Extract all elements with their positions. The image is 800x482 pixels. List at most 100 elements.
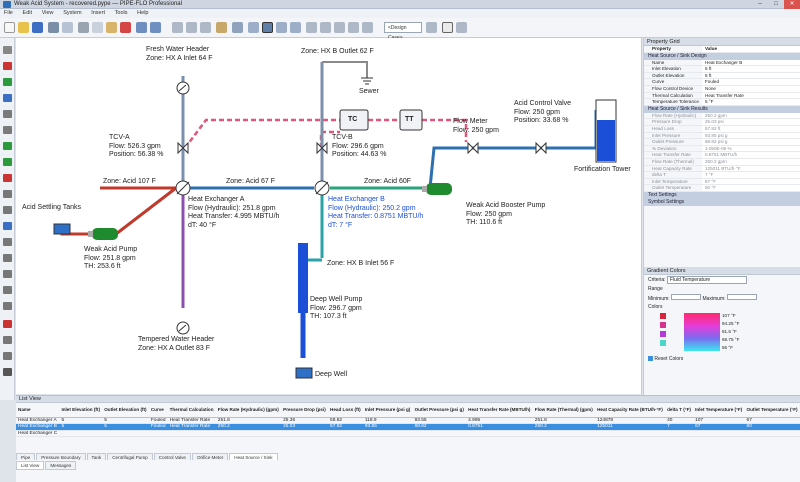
property-row[interactable]: Heat Capacity Rate 125011 BTU/h·°F (644, 165, 800, 173)
tool-8-icon[interactable] (362, 22, 373, 33)
print-preview-icon[interactable] (62, 22, 73, 33)
element-tab[interactable]: Heat Source / Sink (229, 453, 278, 460)
design-case-dropdown[interactable]: <Design Case> (384, 22, 422, 41)
column-header[interactable]: Name (16, 403, 60, 418)
property-value[interactable]: Heat Transfer Rate (702, 92, 800, 99)
curve-tool-icon[interactable] (3, 238, 12, 246)
gradient-swatch-1[interactable] (660, 313, 666, 319)
flow-meter-symbol[interactable] (467, 141, 479, 155)
booster-pump-symbol[interactable] (426, 183, 452, 195)
grid-icon[interactable] (248, 22, 259, 33)
open-folder-icon[interactable] (18, 22, 29, 33)
node-tool-icon[interactable] (3, 110, 12, 118)
property-value[interactable]: 3.050E-06 % (702, 145, 800, 152)
case-icon[interactable] (426, 22, 437, 33)
element-tab[interactable]: Centrifugal Pump (107, 453, 153, 460)
weak-acid-pump-symbol[interactable] (92, 228, 118, 240)
align-icon[interactable] (262, 22, 273, 33)
property-row[interactable]: Inlet Temperature 67 °F (644, 178, 800, 186)
bottom-tab[interactable]: Messages (45, 461, 77, 470)
criteria-dropdown[interactable]: Fluid Temperature (666, 276, 747, 284)
tool-7-icon[interactable] (348, 22, 359, 33)
property-value[interactable]: 125011 BTU/h·°F (702, 165, 800, 172)
meter-tool-icon[interactable] (3, 190, 12, 198)
property-value[interactable]: 7 °F (702, 172, 800, 178)
section-symbol-settings[interactable]: Symbol Settings (644, 198, 800, 206)
new-file-icon[interactable] (4, 22, 15, 33)
property-row[interactable]: Inlet Elevation 5 ft (644, 66, 800, 73)
section-results[interactable]: Heat Source / Sink Results (644, 105, 800, 113)
property-value[interactable]: 250.2 gpm (702, 158, 800, 165)
hx-tool-icon[interactable] (3, 302, 12, 310)
property-row[interactable]: Flow Rate (Thermal) 250.2 gpm (644, 158, 800, 166)
element-tab[interactable]: Pipe (16, 453, 36, 460)
property-row[interactable]: delta T 7 °F (644, 172, 800, 179)
property-row[interactable]: Temperature Tolerance 5 °F (644, 99, 800, 106)
property-row[interactable]: Pressure Drop 25.03 psi (644, 119, 800, 126)
instrument-tool-icon[interactable] (3, 222, 12, 230)
column-header[interactable]: Heat Capacity Rate (BTU/h·°F) (595, 403, 666, 418)
pipe-tool-icon[interactable] (3, 62, 12, 70)
undo-icon[interactable] (136, 22, 147, 33)
print-icon[interactable] (48, 22, 59, 33)
minimum-input[interactable] (671, 294, 702, 300)
maximize-icon[interactable]: □ (768, 0, 784, 9)
tag-tool-icon[interactable] (3, 320, 12, 328)
menu-view[interactable]: View (38, 9, 58, 17)
column-header[interactable]: Outlet Elevation (ft) (102, 403, 149, 418)
acid-control-valve-symbol[interactable] (535, 141, 547, 155)
property-value[interactable]: 60 °F (702, 185, 800, 191)
table-row[interactable]: Heat Exchanger C (16, 430, 800, 437)
maximum-input[interactable] (726, 294, 757, 300)
property-row[interactable]: % Deviation 3.050E-06 % (644, 145, 800, 153)
property-row[interactable]: Heat Transfer Rate 0.8751 MBTU/h (644, 152, 800, 159)
property-row[interactable]: Name Heat Exchanger B (644, 59, 800, 67)
zoom-icon[interactable] (232, 22, 243, 33)
text-tool-icon[interactable] (3, 368, 12, 376)
layout-icon[interactable] (276, 22, 287, 33)
element-tab[interactable]: Orifice Meter (191, 453, 229, 460)
property-value[interactable]: 5 ft (702, 72, 800, 79)
boundary-tool-icon[interactable] (3, 142, 12, 150)
menu-help[interactable]: Help (133, 9, 152, 17)
column-header[interactable]: Flow Rate (Hydraulic) (gpm) (215, 403, 282, 418)
tool-3-icon[interactable] (200, 22, 211, 33)
column-header[interactable]: Outlet Temperature (°F) (744, 403, 800, 418)
cut-icon[interactable] (78, 22, 89, 33)
column-header[interactable]: Inlet Elevation (ft) (59, 403, 103, 418)
property-row[interactable]: Inlet Pressure 93.85 psi g (644, 132, 800, 140)
property-row[interactable]: Thermal Calculation Heat Transfer Rate (644, 92, 800, 100)
tool-5-icon[interactable] (320, 22, 331, 33)
property-row[interactable]: Flow Control Device None (644, 85, 800, 93)
element-tab[interactable]: Pressure Boundary (36, 453, 86, 460)
flow-diagram-canvas[interactable]: Fresh Water Header Zone: HX A Inlet 64 F … (16, 38, 642, 394)
gradient-swatch-2[interactable] (660, 322, 666, 328)
line-tool-icon[interactable] (3, 336, 12, 344)
delete-icon[interactable] (120, 22, 131, 33)
tool-1-icon[interactable] (172, 22, 183, 33)
property-value[interactable]: 68.82 psi g (702, 139, 800, 145)
column-header[interactable]: Heat Transfer Rate (MBTU/h) (466, 403, 533, 418)
column-header[interactable]: Head Loss (ft) (328, 403, 363, 418)
valve-tool-icon[interactable] (3, 126, 12, 134)
close-icon[interactable]: ✕ (784, 0, 800, 9)
property-row[interactable]: Head Loss 57.82 ft (644, 125, 800, 133)
property-row[interactable]: Flow Rate (Hydraulic) 250.2 gpm (644, 112, 800, 120)
property-value[interactable]: 25.03 psi (702, 119, 800, 125)
property-value[interactable]: 0.8751 MBTU/h (702, 152, 800, 158)
column-header[interactable]: Inlet Pressure (psi g) (362, 403, 413, 418)
acid-settling-tank-symbol[interactable] (53, 223, 71, 235)
calculate-icon[interactable] (442, 22, 453, 33)
redo-icon[interactable] (150, 22, 161, 33)
property-value[interactable]: 5 °F (702, 99, 800, 105)
column-header[interactable]: Inlet Temperature (°F) (693, 403, 745, 418)
tool-2-icon[interactable] (186, 22, 197, 33)
property-value[interactable]: None (702, 85, 800, 92)
gradient-swatch-3[interactable] (660, 331, 666, 337)
property-row[interactable]: Curve Fouled (644, 79, 800, 86)
menu-tools[interactable]: Tools (111, 9, 132, 17)
gradient-swatch-4[interactable] (660, 340, 666, 346)
element-tab[interactable]: Control Valve (153, 453, 191, 460)
deep-well-tank-symbol[interactable] (295, 367, 313, 379)
property-row[interactable]: Outlet Pressure 68.82 psi g (644, 139, 800, 146)
